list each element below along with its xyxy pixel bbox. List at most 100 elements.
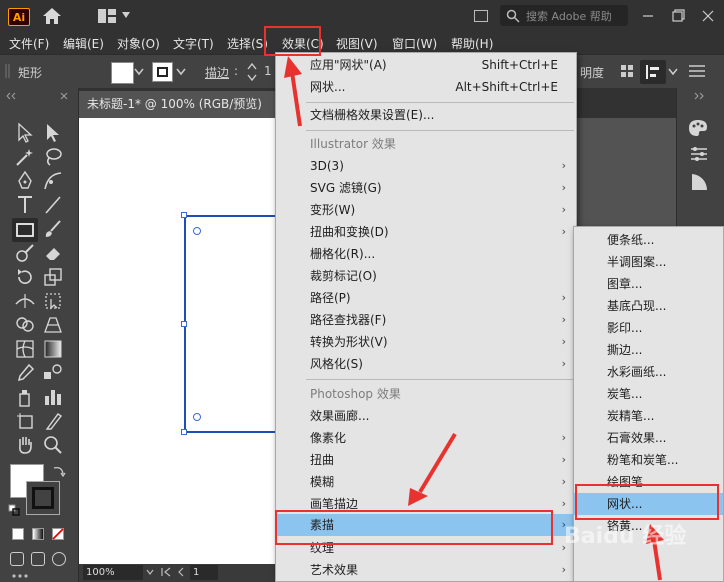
submenu-item-charcoal[interactable]: 炭笔... bbox=[574, 383, 723, 405]
menu-item-distort-transform[interactable]: 扭曲和变换(D) › bbox=[276, 221, 576, 243]
chevron-down-icon[interactable] bbox=[176, 68, 186, 76]
zoom-tool-icon[interactable] bbox=[42, 434, 64, 456]
submenu-item-stamp[interactable]: 图章... bbox=[574, 273, 723, 295]
align-button[interactable] bbox=[640, 60, 666, 84]
pen-tool-icon[interactable] bbox=[14, 170, 36, 192]
presentation-mode-icon[interactable] bbox=[52, 552, 66, 566]
page-number-field[interactable]: 1 bbox=[190, 565, 218, 580]
menu-lines-icon[interactable] bbox=[688, 64, 706, 78]
menu-item-path[interactable]: 路径(P) › bbox=[276, 287, 576, 309]
menu-object[interactable]: 对象(O) bbox=[117, 35, 160, 52]
draw-mode-icon[interactable] bbox=[10, 552, 24, 566]
opacity-label[interactable]: 明度 bbox=[580, 64, 604, 81]
submenu-item-photocopy[interactable]: 影印... bbox=[574, 317, 723, 339]
menu-edit[interactable]: 编辑(E) bbox=[63, 35, 104, 52]
menu-item-effect-gallery[interactable]: 效果画廊... bbox=[276, 405, 576, 427]
minimize-icon[interactable] bbox=[634, 6, 662, 26]
close-panel-icon[interactable] bbox=[58, 92, 72, 100]
workspace-layout-icon[interactable] bbox=[97, 8, 117, 24]
submenu-item-note-paper[interactable]: 便条纸... bbox=[574, 229, 723, 251]
submenu-item-plaster[interactable]: 石膏效果... bbox=[574, 427, 723, 449]
corner-widget[interactable] bbox=[193, 413, 201, 421]
symbol-sprayer-tool-icon[interactable] bbox=[14, 386, 36, 408]
gradient-tool-icon[interactable] bbox=[42, 338, 64, 360]
color-mode-button[interactable] bbox=[12, 528, 24, 540]
selection-tool-icon[interactable] bbox=[14, 122, 36, 144]
submenu-item-water-paper[interactable]: 水彩画纸... bbox=[574, 361, 723, 383]
menu-file[interactable]: 文件(F) bbox=[9, 35, 49, 52]
default-colors-icon[interactable] bbox=[8, 504, 20, 516]
chevron-down-icon[interactable] bbox=[134, 68, 144, 76]
stroke-label[interactable]: 描边 bbox=[205, 64, 229, 81]
collapse-icon[interactable] bbox=[6, 92, 18, 100]
fill-swatch[interactable] bbox=[111, 62, 134, 84]
menu-item-stylize[interactable]: 风格化(S) › bbox=[276, 353, 576, 375]
menu-item-last-effect[interactable]: 网状... Alt+Shift+Ctrl+E bbox=[276, 76, 576, 98]
properties-panel-icon[interactable] bbox=[689, 144, 709, 164]
chevron-down-icon[interactable] bbox=[122, 12, 130, 18]
selection-handle[interactable] bbox=[181, 429, 187, 435]
stepper-icon[interactable] bbox=[246, 61, 258, 83]
document-tab[interactable]: 未标题-1* @ 100% (RGB/预览) bbox=[79, 91, 277, 118]
gradient-mode-button[interactable] bbox=[32, 528, 44, 540]
hand-tool-icon[interactable] bbox=[14, 434, 36, 456]
selection-handle[interactable] bbox=[181, 212, 187, 218]
eyedropper-tool-icon[interactable] bbox=[14, 362, 36, 384]
width-tool-icon[interactable] bbox=[14, 290, 36, 312]
magic-wand-tool-icon[interactable] bbox=[14, 146, 36, 168]
menu-help[interactable]: 帮助(H) bbox=[451, 35, 493, 52]
free-transform-tool-icon[interactable] bbox=[42, 290, 64, 312]
menu-view[interactable]: 视图(V) bbox=[336, 35, 378, 52]
restore-icon[interactable] bbox=[664, 6, 692, 26]
type-tool-icon[interactable] bbox=[14, 194, 36, 216]
submenu-item-conte-crayon[interactable]: 炭精笔... bbox=[574, 405, 723, 427]
menu-item-artistic[interactable]: 艺术效果 › bbox=[276, 559, 576, 581]
direct-selection-tool-icon[interactable] bbox=[42, 122, 64, 144]
selected-rectangle[interactable] bbox=[184, 215, 280, 433]
more-tools-icon[interactable] bbox=[10, 572, 30, 580]
stroke-color-swatch[interactable] bbox=[26, 481, 60, 515]
color-panel-icon[interactable] bbox=[687, 118, 709, 138]
menu-item-convert-to-shape[interactable]: 转换为形状(V) › bbox=[276, 331, 576, 353]
chevron-down-icon[interactable] bbox=[668, 68, 678, 76]
gradient-panel-icon[interactable] bbox=[689, 172, 709, 192]
none-mode-button[interactable] bbox=[52, 528, 64, 540]
paintbrush-tool-icon[interactable] bbox=[42, 218, 64, 240]
rotate-tool-icon[interactable] bbox=[14, 266, 36, 288]
lasso-tool-icon[interactable] bbox=[42, 146, 64, 168]
menu-select[interactable]: 选择(S) bbox=[227, 35, 268, 52]
perspective-grid-tool-icon[interactable] bbox=[42, 314, 64, 336]
panel-toggle-icon[interactable] bbox=[474, 10, 488, 22]
eraser-tool-icon[interactable] bbox=[42, 242, 64, 264]
shaper-tool-icon[interactable] bbox=[14, 242, 36, 264]
artboard-tool-icon[interactable] bbox=[14, 410, 36, 432]
collapse-icon[interactable] bbox=[693, 92, 707, 100]
rectangle-tool-icon[interactable] bbox=[12, 218, 38, 242]
menu-item-rasterize[interactable]: 栅格化(R)... bbox=[276, 243, 576, 265]
prev-page-icon[interactable] bbox=[176, 567, 186, 577]
swap-colors-icon[interactable] bbox=[52, 464, 66, 478]
submenu-item-chalk-charcoal[interactable]: 粉笔和炭笔... bbox=[574, 449, 723, 471]
submenu-item-torn-edges[interactable]: 撕边... bbox=[574, 339, 723, 361]
close-icon[interactable] bbox=[694, 6, 722, 26]
help-search-input[interactable]: 搜索 Adobe 帮助 bbox=[500, 5, 628, 26]
stroke-swatch[interactable] bbox=[152, 62, 173, 82]
zoom-level-field[interactable]: 100% bbox=[83, 565, 143, 580]
selection-handle[interactable] bbox=[181, 321, 187, 327]
line-tool-icon[interactable] bbox=[42, 194, 64, 216]
grip-icon[interactable] bbox=[4, 62, 12, 80]
menu-item-document-raster-settings[interactable]: 文档栅格效果设置(E)... bbox=[276, 104, 576, 126]
chevron-down-icon[interactable] bbox=[146, 568, 154, 576]
blend-tool-icon[interactable] bbox=[42, 362, 64, 384]
menu-window[interactable]: 窗口(W) bbox=[392, 35, 437, 52]
menu-item-3d[interactable]: 3D(3) › bbox=[276, 155, 576, 177]
home-icon[interactable] bbox=[42, 7, 62, 25]
slice-tool-icon[interactable] bbox=[42, 410, 64, 432]
screen-mode-icon[interactable] bbox=[31, 552, 45, 566]
scale-tool-icon[interactable] bbox=[42, 266, 64, 288]
menu-type[interactable]: 文字(T) bbox=[173, 35, 214, 52]
mesh-tool-icon[interactable] bbox=[14, 338, 36, 360]
column-graph-tool-icon[interactable] bbox=[42, 386, 64, 408]
menu-item-warp[interactable]: 变形(W) › bbox=[276, 199, 576, 221]
menu-item-apply-last-effect[interactable]: 应用"网状"(A) Shift+Ctrl+E bbox=[276, 54, 576, 76]
